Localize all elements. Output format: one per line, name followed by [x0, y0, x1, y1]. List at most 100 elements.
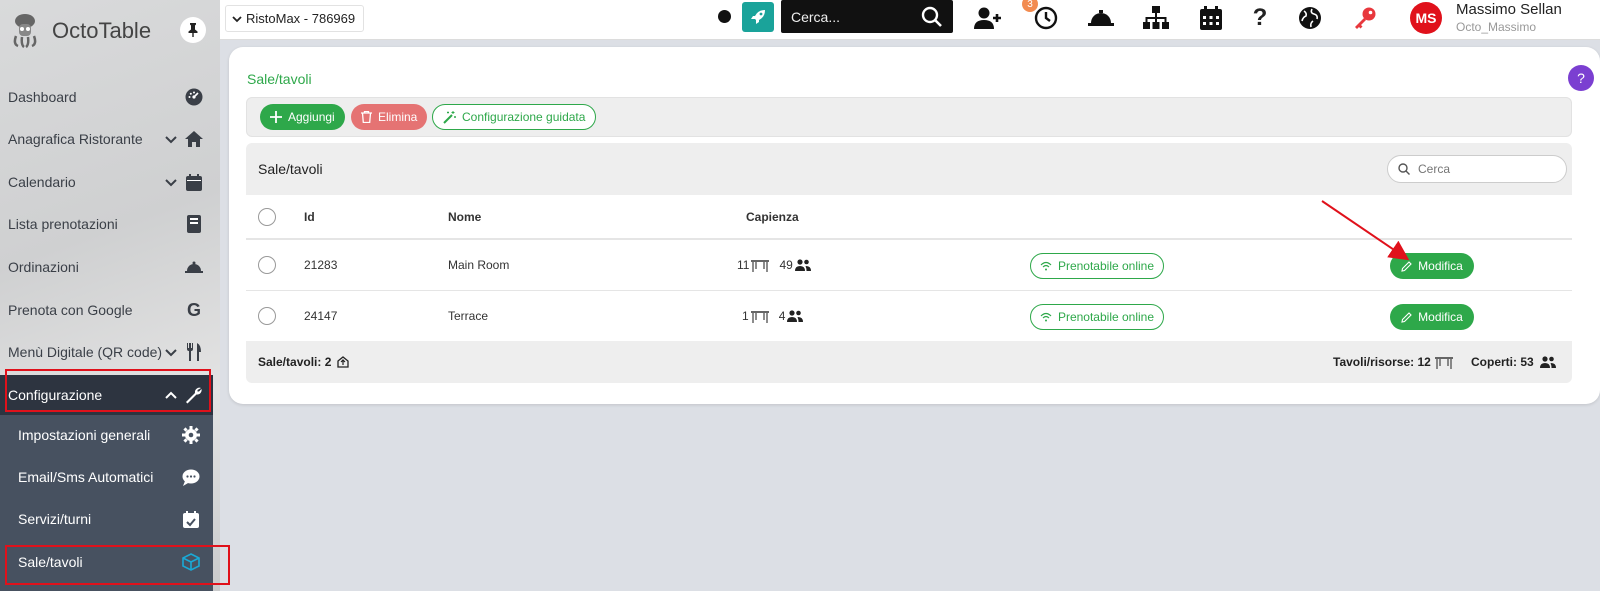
help-question-icon[interactable]: ?: [1246, 4, 1274, 32]
help-button[interactable]: ?: [1568, 65, 1594, 91]
organization-button[interactable]: [1142, 4, 1170, 32]
restaurant-selector[interactable]: RistoMax - 786969: [225, 5, 364, 32]
magic-wand-icon: [443, 110, 456, 124]
calendar-button[interactable]: [1197, 4, 1225, 32]
search-icon[interactable]: [921, 6, 943, 28]
row-seats-count: 49: [779, 258, 793, 272]
row-name: Main Room: [448, 258, 510, 272]
user-name[interactable]: Massimo Sellan: [1456, 1, 1562, 18]
user-handle: Octo_Massimo: [1456, 20, 1537, 34]
trash-icon: [361, 111, 372, 123]
table-footer: Sale/tavoli: 2 Tavoli/risorse: 12 Copert…: [246, 341, 1572, 383]
column-capacity[interactable]: Capienza: [746, 195, 799, 238]
clock-icon: [1034, 6, 1058, 30]
main-card: Sale/tavoli ? Aggiungi Elimina Configura…: [229, 47, 1600, 404]
row-tables-count: 1: [742, 309, 749, 323]
sidebar: OctoTable Dashboard Anagrafica Ristorant…: [0, 0, 230, 591]
language-button[interactable]: [1296, 4, 1324, 32]
calendar-grid-icon: [1200, 6, 1222, 30]
delete-button[interactable]: Elimina: [351, 104, 428, 130]
pin-sidebar-button[interactable]: [180, 17, 206, 43]
table-search-input[interactable]: [1418, 162, 1548, 176]
add-button[interactable]: Aggiungi: [260, 104, 345, 130]
table-row[interactable]: 21283 Main Room 11 49 Prenotabile online…: [246, 240, 1572, 291]
rooms-total: Sale/tavoli: 2: [258, 355, 332, 369]
highlight-configurazione: [5, 369, 211, 412]
table-icon: [751, 260, 770, 272]
row-id: 24147: [304, 309, 338, 323]
sidebar-item-dashboard[interactable]: Dashboard: [0, 77, 220, 117]
tables-total: Tavoli/risorse: 12: [1333, 355, 1431, 369]
brand-name: OctoTable: [52, 18, 152, 43]
utensils-icon: [184, 342, 204, 362]
table-icon: [750, 311, 769, 323]
home-icon: [184, 129, 204, 149]
page-title: Sale/tavoli: [247, 71, 312, 87]
add-user-button[interactable]: [974, 4, 1002, 32]
avatar[interactable]: MS: [1410, 2, 1442, 34]
history-button[interactable]: [1032, 4, 1060, 32]
column-name[interactable]: Nome: [448, 195, 481, 238]
sidebar-item-anagrafica[interactable]: Anagrafica Ristorante: [0, 119, 220, 159]
calendar-check-icon: [181, 509, 201, 529]
guided-setup-button[interactable]: Configurazione guidata: [432, 104, 597, 130]
book-icon: [184, 214, 204, 234]
global-search[interactable]: [781, 0, 953, 33]
table-header: Sale/tavoli: [246, 143, 1572, 195]
wifi-icon: [1040, 312, 1052, 322]
cloche-icon: [184, 257, 204, 277]
people-icon: [794, 259, 811, 271]
edit-button[interactable]: Modifica: [1390, 304, 1474, 330]
octotable-logo-icon: [10, 12, 40, 49]
row-select-radio[interactable]: [258, 307, 276, 325]
calendar-icon: [184, 172, 204, 192]
chevron-down-icon: [165, 179, 177, 187]
building-icon: [337, 356, 350, 368]
row-name: Terrace: [448, 309, 489, 323]
rocket-button[interactable]: [742, 2, 774, 32]
global-search-input[interactable]: [791, 8, 916, 25]
pencil-icon: [1401, 311, 1412, 323]
row-id: 21283: [304, 258, 338, 272]
table-title: Sale/tavoli: [258, 161, 323, 177]
edit-button[interactable]: Modifica: [1390, 253, 1474, 279]
sidebar-item-menu-digitale[interactable]: Menù Digitale (QR code): [0, 332, 220, 372]
sidebar-item-calendario[interactable]: Calendario: [0, 162, 220, 202]
column-id[interactable]: Id: [304, 195, 315, 238]
gear-icon: [181, 425, 201, 445]
sitemap-icon: [1143, 6, 1169, 29]
dashboard-gauge-icon: [184, 87, 204, 107]
sidebar-subitem-impostazioni[interactable]: Impostazioni generali: [0, 415, 213, 455]
cloche-icon: [1088, 10, 1114, 26]
row-seats-count: 4: [778, 309, 786, 323]
orders-button[interactable]: [1087, 4, 1115, 32]
rooms-table: Sale/tavoli Id Nome Capienza 21283 Main …: [246, 143, 1572, 383]
row-select-radio[interactable]: [258, 256, 276, 274]
bookable-online-badge[interactable]: Prenotabile online: [1030, 304, 1164, 330]
bookable-online-badge[interactable]: Prenotabile online: [1030, 253, 1164, 279]
covers-total: Coperti: 53: [1471, 355, 1534, 369]
rocket-icon: [751, 10, 765, 24]
chevron-down-icon: [165, 349, 177, 357]
chevron-down-icon: [232, 15, 242, 22]
sidebar-subitem-servizi-turni[interactable]: Servizi/turni: [0, 499, 213, 539]
sidebar-item-ordinazioni[interactable]: Ordinazioni: [0, 247, 220, 287]
action-toolbar: Aggiungi Elimina Configurazione guidata: [246, 97, 1572, 137]
table-search[interactable]: [1387, 155, 1567, 183]
top-bar: RistoMax - 786969 3 ? MS Massimo Sellan …: [220, 0, 1600, 40]
search-icon: [1398, 163, 1410, 175]
status-dot: [718, 10, 731, 23]
chat-bubble-icon: [181, 467, 201, 487]
sidebar-subitem-email-sms[interactable]: Email/Sms Automatici: [0, 457, 213, 497]
table-icon: [1434, 357, 1453, 369]
select-all-radio[interactable]: [258, 207, 276, 226]
highlight-sale-tavoli: [5, 545, 230, 585]
sidebar-item-lista-prenotazioni[interactable]: Lista prenotazioni: [0, 204, 220, 244]
people-icon: [787, 310, 804, 322]
sidebar-item-prenota-google[interactable]: Prenota con Google G: [0, 290, 220, 330]
google-icon: G: [186, 299, 201, 320]
table-row[interactable]: 24147 Terrace 1 4 Prenotabile online Mod…: [246, 291, 1572, 342]
row-tables-count: 11: [737, 258, 750, 272]
globe-icon: [1299, 7, 1321, 29]
key-button[interactable]: [1351, 4, 1379, 32]
